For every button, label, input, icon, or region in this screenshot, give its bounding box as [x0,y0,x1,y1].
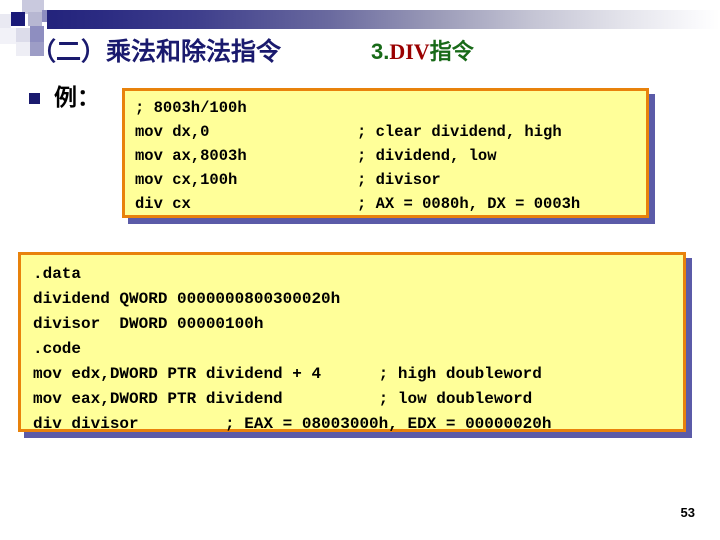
code-comment: ; AX = 0080h, DX = 0003h [357,195,581,213]
header-gradient-bar [47,10,720,29]
page-title: （二）乘法和除法指令 [31,38,282,66]
code-line: .code [33,340,82,358]
code-line: mov cx,100h ; divisor [135,168,646,192]
code-line: mov edx,DWORD PTR dividend + 4 ; high do… [33,365,542,383]
code-comment: ; dividend, low [357,147,497,165]
code-comment: ; clear dividend, high [357,123,562,141]
code-instruction: mov cx,100h [135,171,238,189]
code-line: div cx ; AX = 0080h, DX = 0003h [135,192,646,216]
code-block-body: ; 8003h/100h mov dx,0 ; clear dividend, hi… [122,88,649,218]
section-suffix: 指令 [429,39,474,64]
code-line: mov eax,DWORD PTR dividend ; low doublew… [33,390,533,408]
code-block-32bit: .data dividend QWORD 0000000800300020h div… [18,252,692,438]
section-keyword: DIV [389,39,430,64]
decoration-square [0,28,16,44]
decoration-square [11,12,25,26]
code-block-body: .data dividend QWORD 0000000800300020h div… [18,252,686,433]
code-line: mov dx,0 ; clear dividend, high [135,120,646,144]
decoration-square [16,42,30,56]
section-number: 3. [371,39,390,64]
code-instruction: mov ax,8003h [135,147,247,165]
decoration-square [0,14,11,28]
code-block-lines: .data dividend QWORD 0000000800300020h div… [21,255,683,437]
code-line: dividend QWORD 0000000800300020h [33,290,341,308]
code-line: div divisor ; EAX = 08003000h, EDX = 000… [33,415,552,433]
decoration-square [16,28,30,42]
code-line: ; 8003h/100h [135,96,646,120]
decoration-square [28,12,42,26]
code-block-lines: ; 8003h/100h mov dx,0 ; clear dividend, hi… [125,91,646,216]
code-block-16bit: ; 8003h/100h mov dx,0 ; clear dividend, hi… [122,88,655,224]
code-instruction: ; 8003h/100h [135,99,247,117]
code-line: divisor DWORD 00000100h [33,315,264,333]
code-instruction: div cx [135,195,191,213]
example-bullet-line: 例： [29,78,100,112]
page-number: 53 [680,505,695,520]
code-line: .data [33,265,82,283]
example-label: 例： [54,85,100,110]
code-comment: ; divisor [357,171,441,189]
decoration-square [44,0,58,10]
code-instruction: mov dx,0 [135,123,210,141]
section-heading: 3.DIV指令 [371,34,474,66]
code-line: mov ax,8003h ; dividend, low [135,144,646,168]
square-bullet-icon [29,92,40,104]
